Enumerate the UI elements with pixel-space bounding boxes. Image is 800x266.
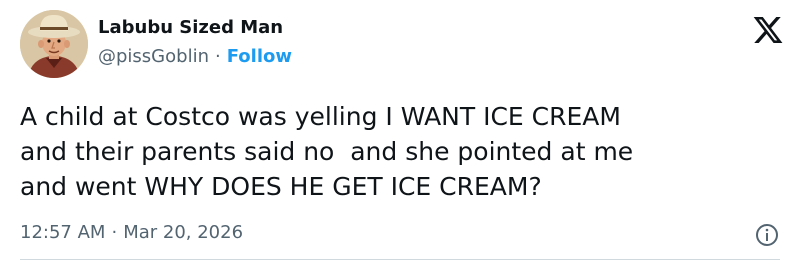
timestamp-separator: · bbox=[111, 222, 118, 243]
x-logo-icon[interactable] bbox=[752, 14, 784, 46]
follow-button[interactable]: Follow bbox=[227, 46, 292, 67]
author-handle-row: @pissGoblin · Follow bbox=[98, 46, 292, 67]
author-display-name[interactable]: Labubu Sized Man bbox=[98, 17, 283, 38]
tweet-timestamp[interactable]: 12:57 AM · Mar 20, 2026 bbox=[20, 222, 243, 243]
avatar[interactable] bbox=[20, 10, 88, 78]
cowboy-avatar-icon bbox=[20, 10, 88, 78]
tweet-card: Labubu Sized Man @pissGoblin · Follow A ch… bbox=[0, 0, 800, 266]
tweet-time[interactable]: 12:57 AM bbox=[20, 222, 105, 243]
tweet-text: A child at Costco was yelling I WANT ICE… bbox=[20, 102, 634, 201]
info-icon[interactable] bbox=[755, 223, 779, 247]
handle-separator: · bbox=[214, 46, 221, 67]
author-handle[interactable]: @pissGoblin bbox=[98, 46, 209, 67]
divider bbox=[20, 259, 780, 260]
tweet-date[interactable]: Mar 20, 2026 bbox=[123, 222, 243, 243]
